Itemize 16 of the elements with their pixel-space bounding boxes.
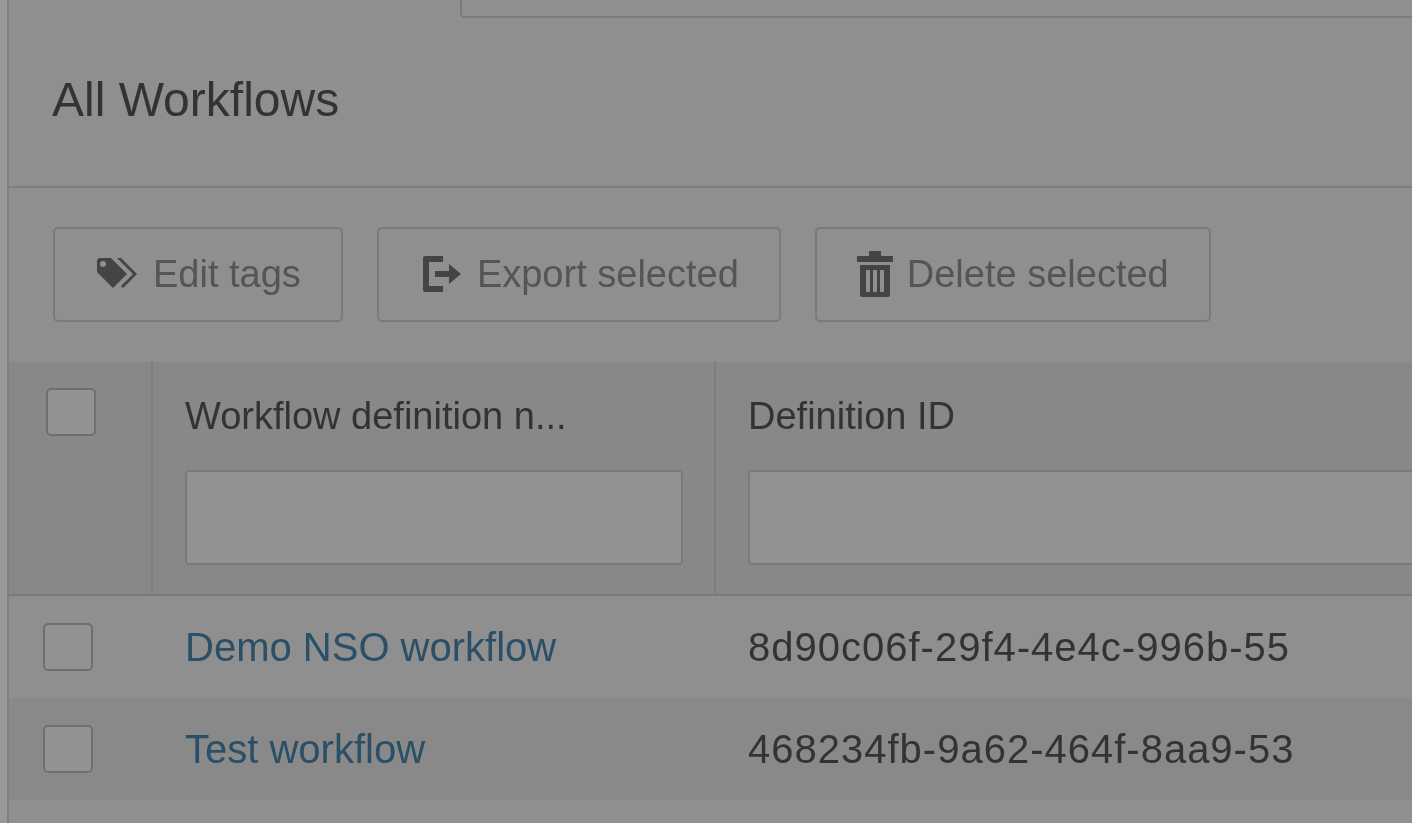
toolbar-button[interactable]: Export selected	[376, 226, 781, 322]
filter-field[interactable]	[748, 470, 1412, 565]
row-checkbox[interactable]	[43, 623, 93, 671]
page-title: All Workflows	[52, 76, 340, 124]
toolbar-button[interactable]: Edit tags	[53, 226, 343, 322]
row-checkbox[interactable]	[43, 725, 93, 773]
filter-field[interactable]	[185, 470, 683, 565]
trash-icon	[856, 251, 893, 297]
select-all-checkbox[interactable]	[46, 388, 96, 436]
column-header: Workflow definition n...	[185, 394, 568, 439]
definition-id: 468234fb-9a62-464f-8aa9-53	[747, 726, 1295, 773]
definition-id: 8d90c06f-29f4-4e4c-996b-55	[747, 624, 1290, 671]
toolbar-button[interactable]: Delete selected	[814, 226, 1211, 322]
workflow-link[interactable]: Test workflow	[185, 727, 426, 771]
workflow-link[interactable]: Demo NSO workflow	[185, 625, 557, 669]
column-header: Definition ID	[748, 394, 956, 439]
